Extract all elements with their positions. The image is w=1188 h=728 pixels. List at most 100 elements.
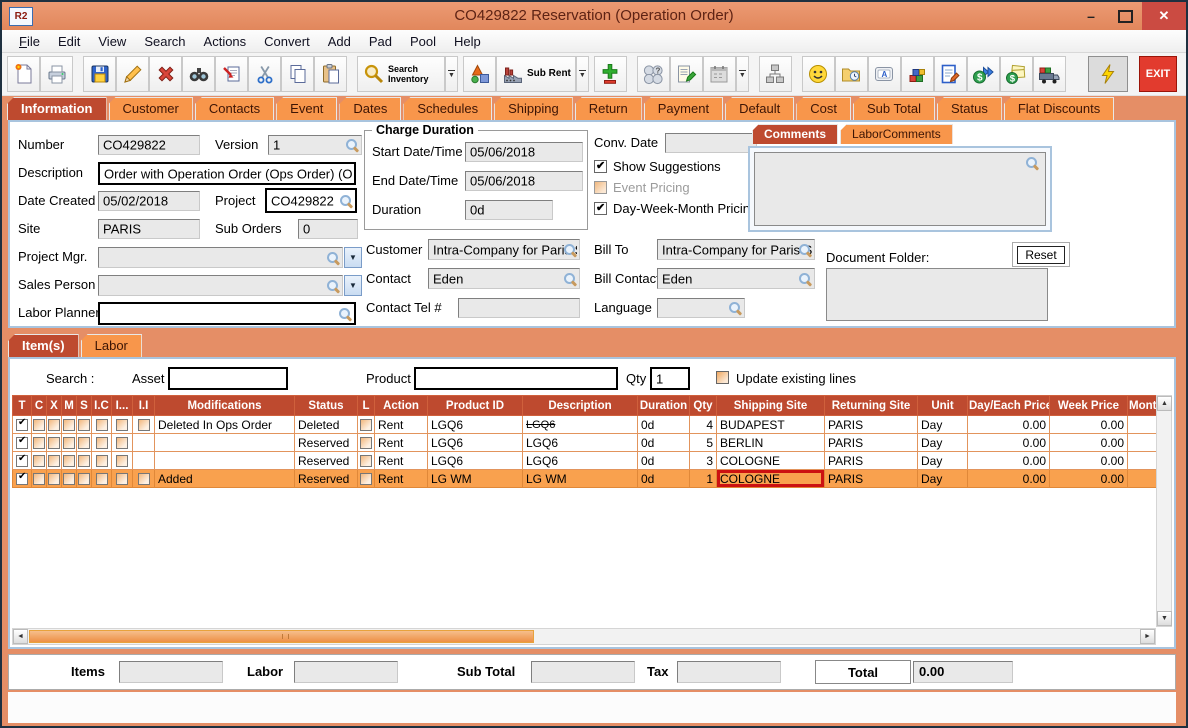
checkbox-cell[interactable]	[133, 452, 155, 470]
cell-month-price[interactable]	[1128, 452, 1158, 470]
checkbox-cell[interactable]	[92, 416, 112, 434]
menu-item-pad[interactable]: Pad	[360, 32, 401, 51]
lookup-icon[interactable]	[798, 272, 812, 286]
table-row[interactable]: AddedReservedRentLG WMLG WM0d1COLOGNEPAR…	[13, 470, 1158, 488]
cell-week-price[interactable]: 0.00	[1050, 452, 1128, 470]
cell-modifications[interactable]	[155, 434, 295, 452]
billing-notes-button[interactable]: $	[1000, 56, 1033, 92]
unchecked-checkbox[interactable]	[78, 455, 90, 467]
checkbox-cell[interactable]	[32, 470, 47, 488]
paste-button[interactable]	[314, 56, 347, 92]
shipping-truck-button[interactable]	[1033, 56, 1066, 92]
product-input[interactable]	[414, 367, 618, 390]
cell-action[interactable]: Rent	[375, 452, 428, 470]
unchecked-checkbox[interactable]	[48, 455, 60, 467]
unchecked-checkbox[interactable]	[96, 419, 108, 431]
unchecked-checkbox[interactable]	[48, 473, 60, 485]
checkbox-cell[interactable]	[13, 416, 32, 434]
close-button[interactable]: ✕	[1142, 2, 1186, 30]
cell-description[interactable]: LGQ6	[523, 434, 638, 452]
column-header-modifications[interactable]: Modifications	[155, 396, 295, 416]
checkbox-cell[interactable]	[358, 452, 375, 470]
unchecked-checkbox[interactable]	[78, 437, 90, 449]
lookup-icon[interactable]	[326, 251, 340, 265]
edit-document-button[interactable]	[934, 56, 967, 92]
unchecked-checkbox[interactable]	[78, 419, 90, 431]
shapes-button[interactable]	[463, 56, 496, 92]
invoice-forward-button[interactable]: $	[967, 56, 1000, 92]
checked-checkbox[interactable]	[16, 419, 28, 431]
sales-person-field[interactable]	[98, 275, 343, 296]
menu-item-actions[interactable]: Actions	[195, 32, 256, 51]
sub-rent-button[interactable]: Sub Rent	[496, 56, 576, 92]
find-button[interactable]	[182, 56, 215, 92]
cell-qty[interactable]: 3	[690, 452, 717, 470]
checkbox-cell[interactable]	[32, 416, 47, 434]
tab-shipping[interactable]: Shipping	[494, 97, 573, 120]
cell-status[interactable]: Reserved	[295, 434, 358, 452]
lookup-icon[interactable]	[338, 307, 352, 321]
tab-schedules[interactable]: Schedules	[403, 97, 492, 120]
site-field[interactable]: PARIS	[98, 219, 200, 239]
calendar-dropdown[interactable]: ▼	[736, 56, 749, 92]
checkbox-cell[interactable]	[47, 434, 62, 452]
cell-duration[interactable]: 0d	[638, 470, 690, 488]
quick-actions-button[interactable]	[1088, 56, 1128, 92]
document-folder-box[interactable]	[826, 268, 1048, 321]
cell-unit[interactable]: Day	[918, 434, 968, 452]
checkbox-cell[interactable]	[358, 434, 375, 452]
cell-modifications[interactable]: Deleted In Ops Order	[155, 416, 295, 434]
copy-button[interactable]	[281, 56, 314, 92]
labor-planner-field[interactable]	[98, 302, 356, 325]
unchecked-checkbox[interactable]	[360, 437, 372, 449]
bill-to-field[interactable]: Intra-Company for Paris Site	[657, 239, 815, 260]
minimize-button[interactable]: –	[1074, 2, 1108, 30]
checkbox-cell[interactable]	[133, 470, 155, 488]
sub-orders-field[interactable]: 0	[298, 219, 358, 239]
tab-laborcomments[interactable]: LaborComments	[840, 124, 953, 144]
checkbox-cell[interactable]	[92, 452, 112, 470]
tab-comments[interactable]: Comments	[752, 124, 838, 144]
project-mgr-field[interactable]	[98, 247, 343, 268]
qty-input[interactable]: 1	[650, 367, 690, 390]
column-header-status[interactable]: Status	[295, 396, 358, 416]
menu-item-help[interactable]: Help	[445, 32, 490, 51]
column-header-duration[interactable]: Duration	[638, 396, 690, 416]
print-button[interactable]	[40, 56, 73, 92]
column-header-product-id[interactable]: Product ID	[428, 396, 523, 416]
checkbox-cell[interactable]	[112, 470, 133, 488]
sub-rent-dropdown[interactable]: ▼	[576, 56, 589, 92]
tab-flat-discounts[interactable]: Flat Discounts	[1004, 97, 1114, 120]
checkbox-cell[interactable]	[13, 470, 32, 488]
unchecked-checkbox[interactable]	[33, 473, 45, 485]
cell-action[interactable]: Rent	[375, 470, 428, 488]
checkbox-cell[interactable]	[92, 434, 112, 452]
tab-dates[interactable]: Dates	[339, 97, 401, 120]
checkbox-cell[interactable]	[47, 452, 62, 470]
calendar-button[interactable]	[703, 56, 736, 92]
checkbox-cell[interactable]	[62, 470, 77, 488]
lookup-icon[interactable]	[345, 138, 359, 152]
total-button[interactable]: Total	[815, 660, 911, 684]
column-header-i-i[interactable]: I.I	[133, 396, 155, 416]
save-button[interactable]	[83, 56, 116, 92]
checkbox-cell[interactable]	[47, 416, 62, 434]
cell-day-each-price[interactable]: 0.00	[968, 434, 1050, 452]
lookup-icon[interactable]	[326, 279, 340, 293]
cell-duration[interactable]: 0d	[638, 416, 690, 434]
exit-button[interactable]: EXIT	[1139, 56, 1177, 92]
cell-returning-site[interactable]: PARIS	[825, 470, 918, 488]
start-date-field[interactable]: 05/06/2018	[465, 142, 583, 162]
tab-labor[interactable]: Labor	[81, 334, 142, 357]
description-field[interactable]: Order with Operation Order (Ops Order) (…	[98, 162, 356, 185]
cell-status[interactable]: Reserved	[295, 452, 358, 470]
table-row[interactable]: ReservedRentLGQ6LGQ60d5BERLINPARISDay0.0…	[13, 434, 1158, 452]
cell-modifications[interactable]	[155, 452, 295, 470]
cell-duration[interactable]: 0d	[638, 434, 690, 452]
menu-item-view[interactable]: View	[89, 32, 135, 51]
contact-field[interactable]: Eden	[428, 268, 580, 289]
cell-product-id[interactable]: LGQ6	[428, 434, 523, 452]
checkbox-cell[interactable]	[32, 452, 47, 470]
table-row[interactable]: Deleted In Ops OrderDeletedRentLGQ6LGQ60…	[13, 416, 1158, 434]
checkbox-cell[interactable]	[13, 434, 32, 452]
